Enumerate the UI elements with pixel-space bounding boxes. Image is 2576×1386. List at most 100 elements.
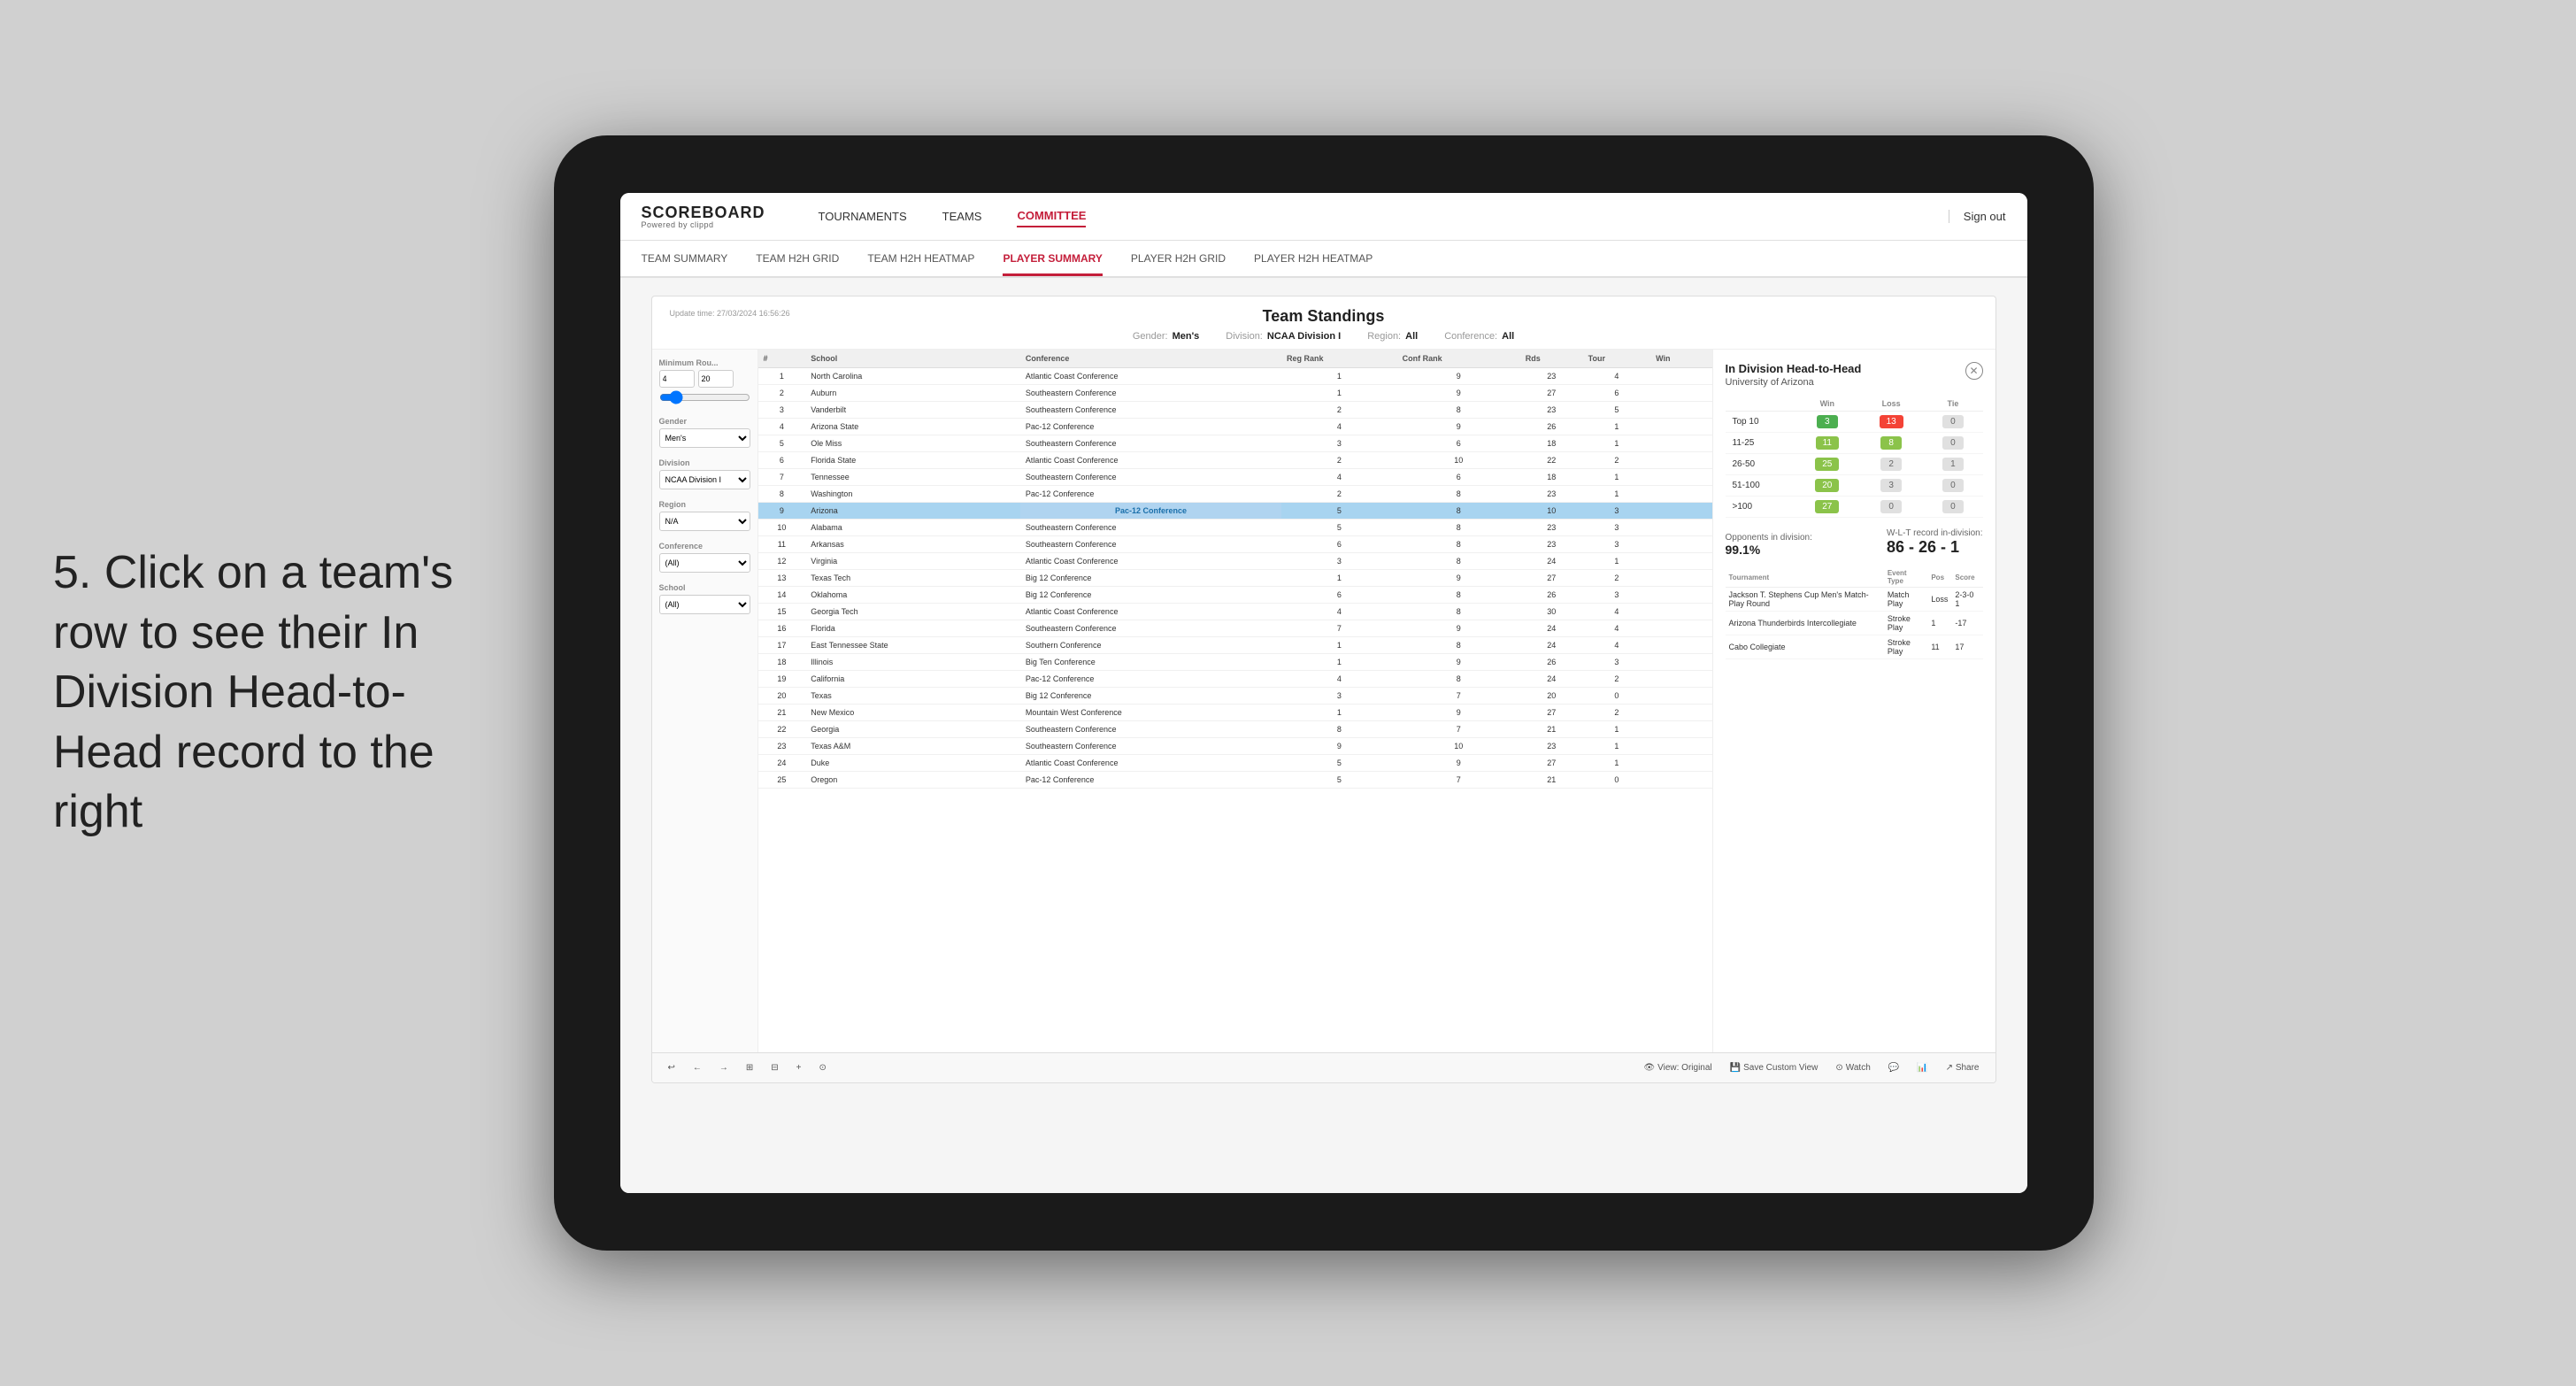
cell-conf-rank: 7 — [1397, 688, 1520, 705]
region-filter: Region: All — [1367, 331, 1418, 342]
cell-tour: 1 — [1583, 469, 1650, 486]
h2h-row: >100 27 0 0 — [1726, 497, 1983, 518]
cell-school: Georgia — [805, 721, 1020, 738]
table-row[interactable]: 24 Duke Atlantic Coast Conference 5 9 27… — [758, 755, 1712, 772]
nav-committee[interactable]: COMMITTEE — [1017, 205, 1086, 227]
conference-select[interactable]: (All) — [659, 553, 750, 573]
sign-out-link[interactable]: Sign out — [1949, 210, 2006, 223]
cell-win — [1650, 553, 1711, 570]
th-pos: Pos — [1927, 567, 1951, 588]
cell-tour: 2 — [1583, 705, 1650, 721]
cell-tour: 2 — [1583, 671, 1650, 688]
min-rounds-max-input[interactable] — [698, 370, 734, 388]
table-row[interactable]: 9 Arizona Pac-12 Conference 5 8 10 3 — [758, 503, 1712, 520]
toolbar-share[interactable]: ↗ Share — [1941, 1061, 1985, 1074]
tournament-score: 17 — [1951, 635, 1982, 659]
toolbar-view-original[interactable]: 👁 View: Original — [1638, 1061, 1717, 1074]
table-row[interactable]: 11 Arkansas Southeastern Conference 6 8 … — [758, 536, 1712, 553]
min-rounds-slider[interactable] — [659, 391, 750, 404]
cell-rds: 22 — [1520, 452, 1583, 469]
cell-win — [1650, 688, 1711, 705]
toolbar-undo[interactable]: ↩ — [663, 1061, 681, 1074]
cell-school: Florida State — [805, 452, 1020, 469]
toolbar-minus[interactable]: ⊟ — [765, 1061, 783, 1074]
table-row[interactable]: 1 North Carolina Atlantic Coast Conferen… — [758, 368, 1712, 385]
conference-sidebar-label: Conference — [659, 542, 750, 551]
table-row[interactable]: 4 Arizona State Pac-12 Conference 4 9 26… — [758, 419, 1712, 435]
table-row[interactable]: 19 California Pac-12 Conference 4 8 24 2 — [758, 671, 1712, 688]
cell-tour: 3 — [1583, 503, 1650, 520]
cell-win — [1650, 368, 1711, 385]
table-row[interactable]: 5 Ole Miss Southeastern Conference 3 6 1… — [758, 435, 1712, 452]
table-row[interactable]: 7 Tennessee Southeastern Conference 4 6 … — [758, 469, 1712, 486]
th-tournament: Tournament — [1726, 567, 1884, 588]
h2h-row: Top 10 3 13 0 — [1726, 412, 1983, 433]
table-row[interactable]: 12 Virginia Atlantic Coast Conference 3 … — [758, 553, 1712, 570]
table-row[interactable]: 3 Vanderbilt Southeastern Conference 2 8… — [758, 402, 1712, 419]
subnav-team-h2h-grid[interactable]: TEAM H2H GRID — [756, 243, 839, 276]
save-icon: 💾 — [1730, 1063, 1741, 1073]
h2h-school: University of Arizona — [1726, 377, 1983, 388]
toolbar-circle[interactable]: ⊙ — [814, 1061, 832, 1074]
table-row[interactable]: 14 Oklahoma Big 12 Conference 6 8 26 3 — [758, 587, 1712, 604]
table-row[interactable]: 17 East Tennessee State Southern Confere… — [758, 637, 1712, 654]
table-row[interactable]: 6 Florida State Atlantic Coast Conferenc… — [758, 452, 1712, 469]
cell-school: California — [805, 671, 1020, 688]
table-row[interactable]: 13 Texas Tech Big 12 Conference 1 9 27 2 — [758, 570, 1712, 587]
cell-rank: 21 — [758, 705, 806, 721]
cell-rds: 18 — [1520, 435, 1583, 452]
subnav-player-summary[interactable]: PLAYER SUMMARY — [1003, 243, 1102, 276]
subnav-player-h2h-heatmap[interactable]: PLAYER H2H HEATMAP — [1254, 243, 1373, 276]
h2h-cell-tie: 0 — [1923, 433, 1982, 454]
cell-conf-rank: 6 — [1397, 469, 1520, 486]
h2h-cell-tie: 1 — [1923, 454, 1982, 475]
cell-rds: 27 — [1520, 385, 1583, 402]
table-row[interactable]: 18 Illinois Big Ten Conference 1 9 26 3 — [758, 654, 1712, 671]
division-select[interactable]: NCAA Division I — [659, 470, 750, 489]
cell-tour: 1 — [1583, 435, 1650, 452]
toolbar-add[interactable]: + — [791, 1061, 807, 1074]
nav-tournaments[interactable]: TOURNAMENTS — [819, 206, 907, 227]
table-row[interactable]: 8 Washington Pac-12 Conference 2 8 23 1 — [758, 486, 1712, 503]
toolbar-grid[interactable]: ⊞ — [741, 1061, 758, 1074]
toolbar-watch[interactable]: ⊙ Watch — [1830, 1061, 1875, 1074]
table-row[interactable]: 22 Georgia Southeastern Conference 8 7 2… — [758, 721, 1712, 738]
table-row[interactable]: 16 Florida Southeastern Conference 7 9 2… — [758, 620, 1712, 637]
gender-label: Gender: — [1133, 331, 1168, 342]
tablet-screen: SCOREBOARD Powered by clippd TOURNAMENTS… — [620, 193, 2027, 1193]
toolbar-comment[interactable]: 💬 — [1883, 1061, 1904, 1074]
h2h-close-button[interactable]: ✕ — [1965, 362, 1983, 380]
toolbar-back[interactable]: ← — [688, 1061, 707, 1074]
cell-school: Georgia Tech — [805, 604, 1020, 620]
table-row[interactable]: 15 Georgia Tech Atlantic Coast Conferenc… — [758, 604, 1712, 620]
school-select[interactable]: (All) — [659, 595, 750, 614]
table-row[interactable]: 10 Alabama Southeastern Conference 5 8 2… — [758, 520, 1712, 536]
table-row[interactable]: 20 Texas Big 12 Conference 3 7 20 0 — [758, 688, 1712, 705]
table-row[interactable]: 2 Auburn Southeastern Conference 1 9 27 … — [758, 385, 1712, 402]
cell-conf-rank: 8 — [1397, 671, 1520, 688]
min-rounds-input[interactable] — [659, 370, 695, 388]
gender-select[interactable]: Men's — [659, 428, 750, 448]
sidebar-min-rounds: Minimum Rou... — [659, 358, 750, 406]
cell-tour: 0 — [1583, 772, 1650, 789]
table-row[interactable]: 21 New Mexico Mountain West Conference 1… — [758, 705, 1712, 721]
nav-teams[interactable]: TEAMS — [942, 206, 982, 227]
cell-rds: 23 — [1520, 520, 1583, 536]
table-row[interactable]: 23 Texas A&M Southeastern Conference 9 1… — [758, 738, 1712, 755]
cell-rank: 17 — [758, 637, 806, 654]
cell-reg-rank: 1 — [1281, 654, 1397, 671]
table-row[interactable]: 25 Oregon Pac-12 Conference 5 7 21 0 — [758, 772, 1712, 789]
toolbar-forward[interactable]: → — [714, 1061, 734, 1074]
subnav-team-summary[interactable]: TEAM SUMMARY — [642, 243, 728, 276]
cell-school: Ole Miss — [805, 435, 1020, 452]
toolbar-stats[interactable]: 📊 — [1911, 1061, 1933, 1074]
subnav-team-h2h-heatmap[interactable]: TEAM H2H HEATMAP — [867, 243, 974, 276]
tournament-score: 2-3-0 1 — [1951, 588, 1982, 612]
cell-rds: 24 — [1520, 637, 1583, 654]
toolbar-save-custom[interactable]: 💾 Save Custom View — [1725, 1061, 1824, 1074]
subnav-player-h2h-grid[interactable]: PLAYER H2H GRID — [1131, 243, 1226, 276]
cell-tour: 3 — [1583, 654, 1650, 671]
region-select[interactable]: N/A — [659, 512, 750, 531]
outer-wrapper: 5. Click on a team's row to see their In… — [0, 0, 2576, 1386]
division-sidebar-label: Division — [659, 458, 750, 467]
